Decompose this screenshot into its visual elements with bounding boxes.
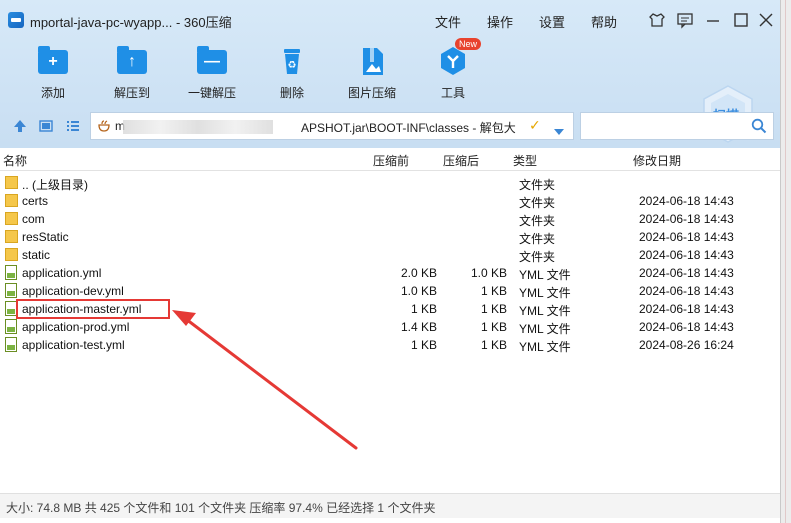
background-divider [785,0,786,523]
annotation-arrow [172,310,358,450]
status-text: 大小: 74.8 MB 共 425 个文件和 101 个文件夹 压缩率 97.4… [6,501,436,515]
app-window: mportal-java-pc-wyapp... - 360压缩 文件 操作 设… [0,0,781,523]
status-bar: 大小: 74.8 MB 共 425 个文件和 101 个文件夹 压缩率 97.4… [0,493,780,518]
background-window [780,0,791,523]
